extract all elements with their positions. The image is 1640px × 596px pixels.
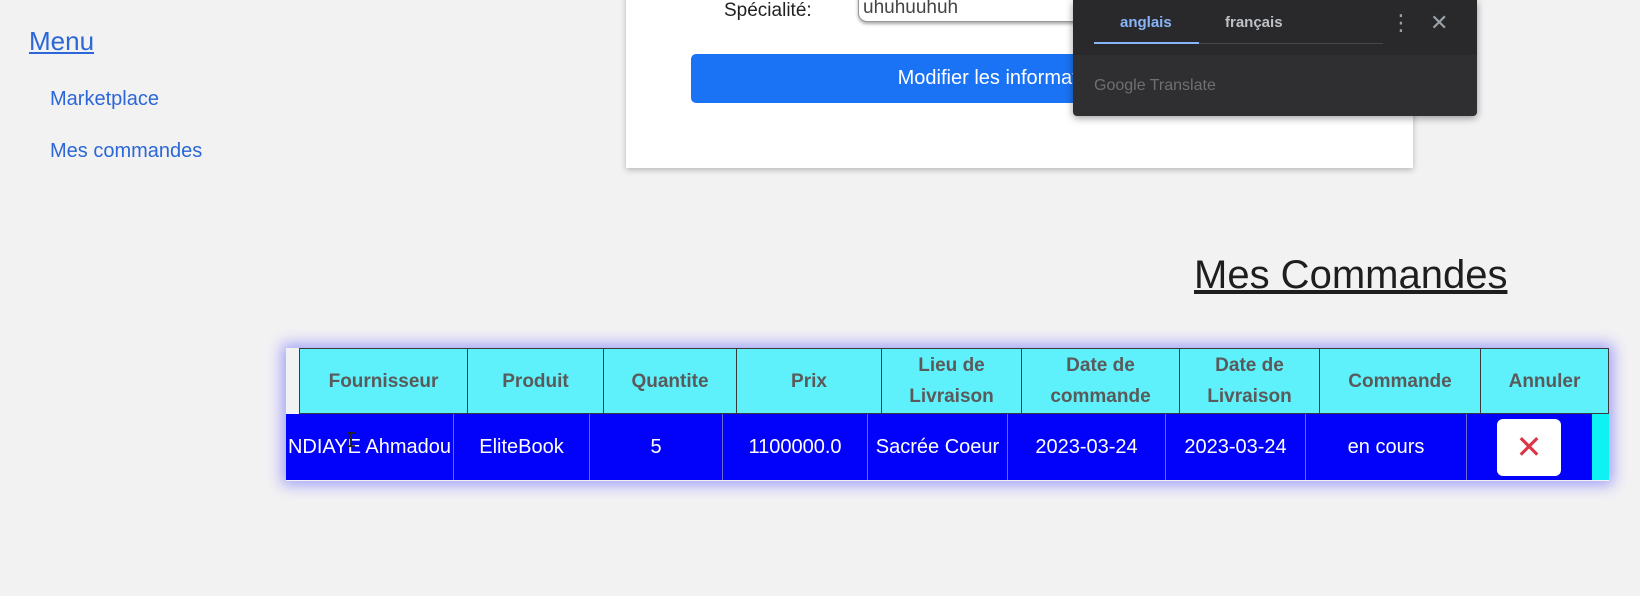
specialite-label: Spécialité: bbox=[724, 0, 812, 21]
cell-quantite: 5 bbox=[590, 414, 723, 480]
cell-date-livraison: 2023-03-24 bbox=[1166, 414, 1306, 480]
row-edge-strip bbox=[1591, 414, 1609, 480]
cancel-order-button[interactable]: ✕ bbox=[1497, 418, 1561, 476]
cell-fournisseur: NDIAYE Ahmadou bbox=[286, 414, 454, 480]
column-header-date-commande: Date de commande bbox=[1022, 349, 1180, 413]
google-translate-brand: Google Translate bbox=[1094, 77, 1216, 94]
page-title: Mes Commandes bbox=[1194, 253, 1508, 297]
table-row: NDIAYE Ahmadou EliteBook 5 1100000.0 Sac… bbox=[286, 414, 1591, 480]
column-header-fournisseur: Fournisseur bbox=[300, 349, 468, 413]
column-header-commande: Commande bbox=[1320, 349, 1481, 413]
active-tab-indicator bbox=[1094, 42, 1199, 44]
sidebar-item-mes-commandes[interactable]: Mes commandes bbox=[50, 140, 202, 163]
text-cursor-icon: I bbox=[345, 428, 358, 452]
page: Menu Marketplace Mes commandes Spécialit… bbox=[0, 0, 1640, 596]
tab-francais[interactable]: français bbox=[1225, 14, 1283, 31]
sidebar-item-marketplace[interactable]: Marketplace bbox=[50, 88, 159, 111]
column-header-quantite: Quantite bbox=[604, 349, 737, 413]
tab-divider bbox=[1199, 43, 1383, 44]
orders-table: Fournisseur Produit Quantite Prix Lieu d… bbox=[286, 348, 1609, 481]
column-header-lieu: Lieu de Livraison bbox=[882, 349, 1022, 413]
kebab-icon[interactable]: ⋮ bbox=[1390, 10, 1412, 36]
table-header: Fournisseur Produit Quantite Prix Lieu d… bbox=[299, 348, 1609, 414]
column-header-produit: Produit bbox=[468, 349, 604, 413]
close-icon[interactable]: ✕ bbox=[1430, 10, 1448, 36]
column-header-prix: Prix bbox=[737, 349, 882, 413]
cell-produit: EliteBook bbox=[454, 414, 590, 480]
column-header-annuler: Annuler bbox=[1508, 370, 1581, 392]
google-translate-popup: anglais français ⋮ ✕ Google Translate bbox=[1073, 0, 1477, 116]
cell-prix: 1100000.0 bbox=[723, 414, 868, 480]
cell-commande-status: en cours bbox=[1306, 414, 1467, 480]
cell-lieu: Sacrée Coeur bbox=[868, 414, 1008, 480]
specialite-input[interactable]: uhuhuuhuh bbox=[858, 0, 1098, 22]
cell-date-commande: 2023-03-24 bbox=[1008, 414, 1166, 480]
tab-anglais[interactable]: anglais bbox=[1120, 14, 1172, 31]
close-icon: ✕ bbox=[1515, 429, 1543, 465]
menu-title-link[interactable]: Menu bbox=[29, 26, 94, 57]
cell-annuler: ✕ bbox=[1467, 414, 1591, 480]
column-header-date-livraison: Date de Livraison bbox=[1180, 349, 1320, 413]
